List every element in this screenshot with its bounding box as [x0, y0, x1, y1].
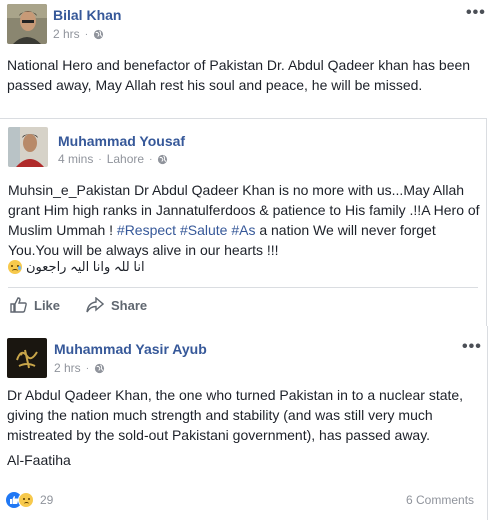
separator-dot: ·	[98, 153, 102, 165]
urdu-line: انا للہ وانا الیہ راجعون	[8, 259, 145, 275]
separator-dot: ·	[84, 28, 89, 40]
author-name[interactable]: Bilal Khan	[53, 7, 121, 23]
avatar-bilal-khan[interactable]	[7, 4, 47, 44]
sad-reaction-icon	[18, 492, 34, 508]
hashtag-as[interactable]: #As	[231, 222, 255, 238]
post-yasir-ayub: Muhammad Yasir Ayub 2 hrs · ••• Dr Abdul…	[0, 326, 489, 520]
globe-icon	[158, 154, 168, 164]
time-label[interactable]: 2 hrs	[54, 361, 81, 375]
shared-post-text: Muhsin_e_Pakistan Dr Abdul Qadeer Khan i…	[8, 180, 484, 260]
avatar-muhammad-yasir-ayub[interactable]	[7, 338, 47, 378]
separator-dot: ·	[85, 362, 90, 374]
avatar-muhammad-yousaf[interactable]	[8, 127, 48, 167]
shared-post-frame: Muhammad Yousaf 4 mins · Lahore · Muhsin…	[0, 118, 487, 328]
post-text-second-line: Al-Faatiha	[7, 452, 71, 468]
like-button[interactable]: Like	[10, 297, 60, 313]
shared-location[interactable]: Lahore	[107, 152, 144, 166]
post-timestamp: 2 hrs ·	[54, 361, 105, 375]
time-label[interactable]: 2 hrs	[53, 27, 80, 41]
post-options-icon[interactable]: •••	[462, 339, 482, 355]
post-text: Dr Abdul Qadeer Khan, the one who turned…	[7, 387, 464, 443]
right-border	[487, 326, 488, 520]
shared-time[interactable]: 4 mins	[58, 152, 93, 166]
reaction-count[interactable]: 29	[40, 493, 53, 507]
comments-count[interactable]: 6 Comments	[406, 493, 474, 507]
hashtag-respect[interactable]: #Respect	[117, 222, 176, 238]
shared-author-name[interactable]: Muhammad Yousaf	[58, 133, 185, 149]
share-arrow-icon	[86, 297, 104, 313]
shared-divider	[8, 287, 478, 288]
urdu-text: انا للہ وانا الیہ راجعون	[26, 259, 145, 274]
share-label: Share	[111, 297, 148, 313]
separator-dot: ·	[149, 153, 153, 165]
thumbs-up-icon	[10, 297, 27, 313]
post-timestamp: 2 hrs ·	[53, 27, 104, 41]
author-name[interactable]: Muhammad Yasir Ayub	[54, 341, 207, 357]
shared-post-meta: 4 mins · Lahore ·	[58, 152, 168, 166]
post-text: National Hero and benefactor of Pakistan…	[7, 57, 471, 93]
post-options-icon[interactable]: •••	[466, 5, 486, 21]
reaction-summary[interactable]: 29	[6, 492, 66, 508]
like-label: Like	[34, 297, 61, 313]
globe-icon	[93, 29, 104, 39]
sad-emoji-icon	[8, 260, 22, 274]
hashtag-salute[interactable]: #Salute	[180, 222, 227, 238]
globe-icon	[94, 363, 105, 373]
share-button[interactable]: Share	[86, 297, 147, 313]
